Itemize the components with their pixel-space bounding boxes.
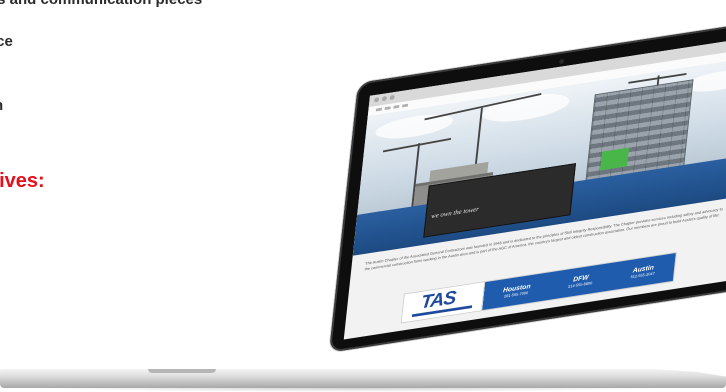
ad-city: Austin 512-555-2047 [630, 264, 656, 280]
close-icon[interactable] [373, 97, 380, 103]
tas-logo: TAS [401, 282, 486, 323]
camera-icon [559, 58, 565, 65]
laptop-screen: ▮ ▮ ≡ [343, 36, 726, 340]
laptop-mockup: ▮ ▮ ≡ [0, 0, 726, 392]
maximize-icon[interactable] [389, 94, 395, 101]
window-controls[interactable] [373, 94, 395, 103]
nav-link[interactable] [393, 105, 400, 109]
laptop-notch [148, 369, 216, 373]
laptop-base [0, 369, 726, 388]
minimize-icon[interactable] [381, 95, 388, 102]
tas-advertisement[interactable]: TAS Houston 281-555-7000 DFW 214-555-880… [400, 251, 677, 324]
ad-city: Houston 281-555-7000 [502, 283, 531, 299]
ad-city: DFW 214-555-8800 [567, 274, 593, 289]
laptop-lid: ▮ ▮ ≡ [329, 19, 726, 353]
nav-link[interactable] [384, 106, 391, 111]
nav-link[interactable] [402, 103, 409, 108]
nav-link[interactable] [375, 107, 383, 112]
ad-city-list: Houston 281-555-7000 DFW 214-555-8800 Au… [482, 253, 676, 311]
